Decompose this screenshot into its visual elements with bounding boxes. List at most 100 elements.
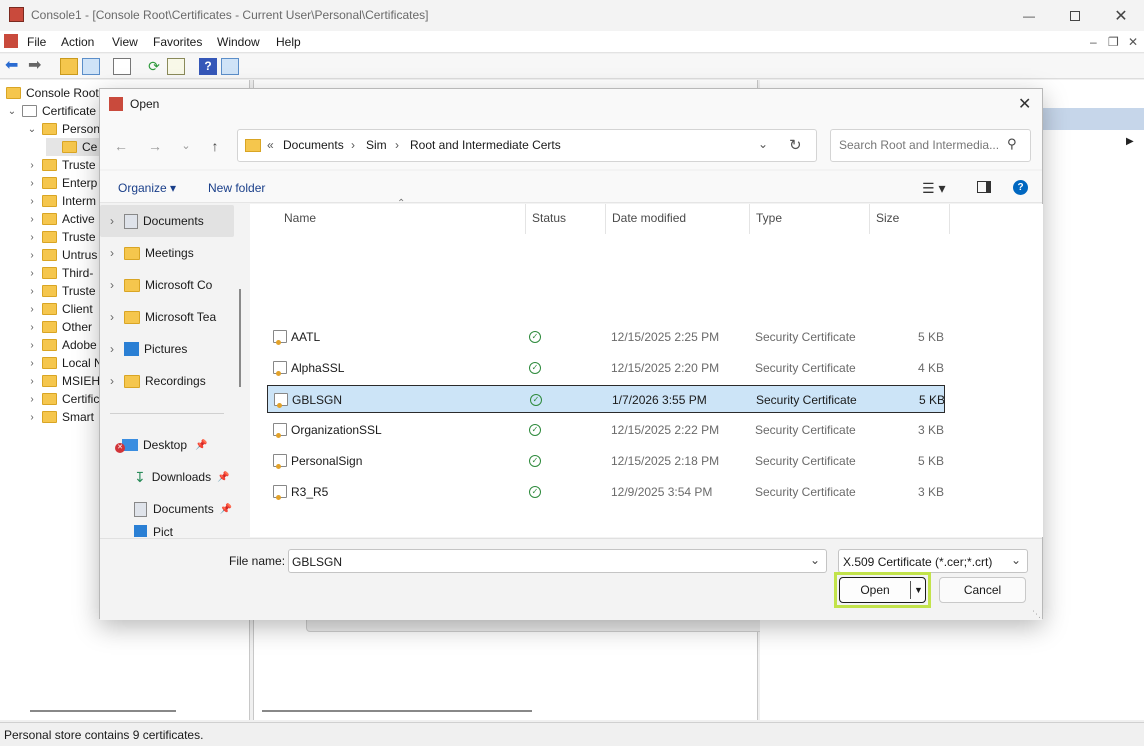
file-row[interactable]: OrganizationSSL ✓ 12/15/2025 2:22 PM Securi… bbox=[267, 416, 945, 444]
tree-item[interactable]: › Smart bbox=[26, 408, 94, 426]
cancel-button[interactable]: Cancel bbox=[939, 577, 1026, 603]
tree-item[interactable]: › Truste bbox=[26, 156, 95, 174]
tree-item[interactable]: › Truste bbox=[26, 282, 95, 300]
show-hide-tree-icon[interactable] bbox=[82, 58, 100, 75]
chevron-right-icon[interactable]: › bbox=[26, 412, 38, 423]
tree-item[interactable]: › Local N bbox=[26, 354, 102, 372]
horizontal-scrollbar[interactable] bbox=[262, 710, 532, 712]
column-header-size[interactable]: Size bbox=[876, 211, 899, 225]
file-row[interactable]: AlphaSSL ✓ 12/15/2025 2:20 PM Security Cert… bbox=[267, 354, 945, 382]
export-list-icon[interactable] bbox=[167, 58, 185, 75]
column-header-date-modified[interactable]: Date modified bbox=[612, 211, 686, 225]
tree-item[interactable]: › Truste bbox=[26, 228, 95, 246]
clipboard-icon[interactable] bbox=[113, 58, 131, 75]
tree-item[interactable]: › Untrus bbox=[26, 246, 97, 264]
horizontal-scrollbar[interactable] bbox=[30, 710, 176, 712]
breadcrumb-current-folder[interactable]: Root and Intermediate Certs bbox=[410, 138, 561, 152]
pin-icon[interactable]: 📌 bbox=[195, 440, 207, 451]
chevron-right-icon[interactable]: › bbox=[26, 232, 38, 243]
tree-item[interactable]: › Certific bbox=[26, 390, 99, 408]
nav-scrollbar[interactable] bbox=[239, 289, 241, 387]
search-icon[interactable]: ⚲ bbox=[1007, 136, 1017, 152]
help-icon[interactable]: ? bbox=[199, 58, 217, 75]
pin-icon[interactable]: 📌 bbox=[220, 504, 232, 515]
tree-item[interactable]: › Interm bbox=[26, 192, 96, 210]
forward-icon[interactable]: → bbox=[145, 136, 165, 156]
column-header-name[interactable]: Name bbox=[284, 211, 316, 225]
file-name-input[interactable]: GBLSGN ⌄ bbox=[288, 549, 827, 573]
refresh-icon[interactable]: ↻ bbox=[789, 136, 802, 154]
file-name-dropdown-icon[interactable]: ⌄ bbox=[810, 553, 820, 567]
preview-pane-icon[interactable] bbox=[977, 181, 991, 193]
chevron-right-icon[interactable]: › bbox=[26, 322, 38, 333]
tree-item-personal[interactable]: ⌄ Person bbox=[26, 120, 100, 138]
up-folder-icon[interactable] bbox=[60, 58, 78, 75]
tree-item-certificates[interactable]: ⌄ Certificate bbox=[6, 102, 96, 120]
tree-item[interactable]: › Adobe bbox=[26, 336, 96, 354]
recent-locations-icon[interactable]: ⌄ bbox=[176, 136, 196, 156]
column-divider[interactable] bbox=[869, 204, 870, 234]
chevron-right-icon[interactable]: › bbox=[26, 286, 38, 297]
view-menu-icon[interactable]: ☰ ▾ bbox=[922, 180, 945, 197]
show-action-pane-icon[interactable] bbox=[221, 58, 239, 75]
file-row-selected[interactable]: GBLSGN ✓ 1/7/2026 3:55 PM Security Certific… bbox=[267, 385, 945, 413]
open-split-button[interactable]: Open ▼ bbox=[839, 577, 926, 603]
file-row[interactable]: R3_R5 ✓ 12/9/2025 3:54 PM Security Certific… bbox=[267, 478, 945, 506]
nav-item-documents[interactable]: › Documents bbox=[100, 205, 234, 237]
nav-item-microsoft-teams[interactable]: › Microsoft Tea bbox=[100, 301, 234, 333]
column-divider[interactable] bbox=[749, 204, 750, 234]
back-icon[interactable]: ← bbox=[111, 136, 131, 156]
up-icon[interactable]: ↑ bbox=[205, 136, 225, 156]
resize-grip-icon[interactable]: ⋱ bbox=[1032, 609, 1041, 620]
mdi-close-icon[interactable]: ✕ bbox=[1128, 35, 1138, 49]
open-button[interactable]: Open bbox=[840, 578, 910, 602]
refresh-icon[interactable]: ⟳ bbox=[145, 58, 163, 75]
tree-item[interactable]: › Enterp bbox=[26, 174, 97, 192]
maximize-icon[interactable] bbox=[1052, 0, 1098, 31]
menu-view[interactable]: View bbox=[112, 35, 138, 49]
menu-favorites[interactable]: Favorites bbox=[153, 35, 202, 49]
tree-item[interactable]: › Third- bbox=[26, 264, 93, 282]
address-bar[interactable]: « Documents › Sim › Root and Intermediat… bbox=[237, 129, 817, 162]
chevron-down-icon[interactable]: ⌄ bbox=[26, 124, 38, 135]
forward-arrow-icon[interactable]: ➡ bbox=[28, 58, 46, 75]
tree-item[interactable]: › MSIEH bbox=[26, 372, 100, 390]
nav-item-pictures[interactable]: › Pictures bbox=[100, 333, 234, 365]
open-options-arrow-icon[interactable]: ▼ bbox=[912, 578, 925, 602]
breadcrumb-overflow[interactable]: « bbox=[267, 138, 274, 152]
chevron-right-icon[interactable]: › bbox=[26, 160, 38, 171]
chevron-right-icon[interactable]: › bbox=[26, 268, 38, 279]
quick-access-documents[interactable]: Documents 📌 bbox=[134, 493, 242, 525]
back-arrow-icon[interactable]: ⬅ bbox=[5, 58, 23, 75]
tree-item[interactable]: › Active bbox=[26, 210, 94, 228]
address-dropdown-icon[interactable]: ⌄ bbox=[758, 137, 768, 151]
chevron-right-icon[interactable]: › bbox=[26, 304, 38, 315]
menu-file[interactable]: File bbox=[27, 35, 46, 49]
file-row[interactable]: AATL ✓ 12/15/2025 2:25 PM Security Certific… bbox=[267, 323, 945, 351]
help-icon[interactable]: ? bbox=[1013, 180, 1028, 195]
column-divider[interactable] bbox=[949, 204, 950, 234]
chevron-right-icon[interactable]: › bbox=[26, 376, 38, 387]
chevron-right-icon[interactable]: › bbox=[26, 214, 38, 225]
new-folder-button[interactable]: New folder bbox=[208, 181, 265, 195]
menu-help[interactable]: Help bbox=[276, 35, 301, 49]
organize-button[interactable]: Organize ▾ bbox=[118, 181, 176, 195]
tree-item-console-root[interactable]: Console Root bbox=[6, 84, 99, 102]
quick-access-pictures[interactable]: Pict bbox=[134, 525, 242, 537]
chevron-right-icon[interactable]: › bbox=[26, 250, 38, 261]
mdi-minimize-icon[interactable]: – bbox=[1090, 35, 1097, 49]
column-divider[interactable] bbox=[605, 204, 606, 234]
quick-access-desktop[interactable]: ✕ Desktop 📌 bbox=[115, 429, 242, 461]
tree-item[interactable]: › Client bbox=[26, 300, 92, 318]
dialog-close-icon[interactable]: ✕ bbox=[1018, 94, 1031, 114]
column-divider[interactable] bbox=[525, 204, 526, 234]
breadcrumb-sim[interactable]: Sim bbox=[366, 138, 387, 152]
chevron-right-icon[interactable]: › bbox=[26, 358, 38, 369]
expand-arrow-icon[interactable]: ▶ bbox=[1126, 136, 1134, 147]
column-header-type[interactable]: Type bbox=[756, 211, 782, 225]
quick-access-downloads[interactable]: ↧ Downloads 📌 bbox=[134, 461, 242, 493]
chevron-right-icon[interactable]: › bbox=[26, 196, 38, 207]
search-box[interactable]: Search Root and Intermedia... ⚲ bbox=[830, 129, 1031, 162]
menu-window[interactable]: Window bbox=[217, 35, 260, 49]
tree-item[interactable]: › Other bbox=[26, 318, 92, 336]
